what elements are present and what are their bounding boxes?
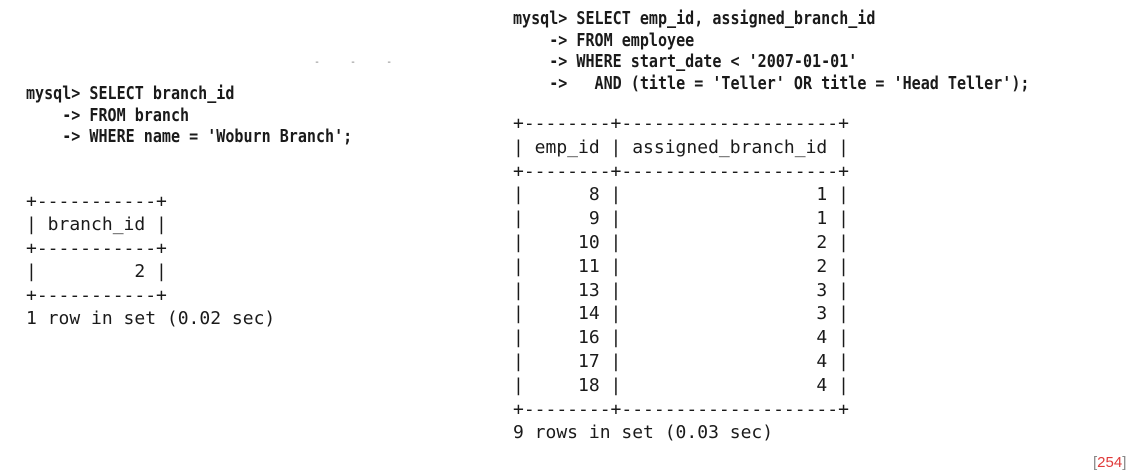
command-line: -> WHERE start_date < '2007-01-01' <box>513 52 858 72</box>
bracket-close: ] <box>1122 454 1126 471</box>
command-line: mysql> SELECT emp_id, assigned_branch_id <box>513 9 876 29</box>
right-result-table: +--------+--------------------+ | emp_id … <box>513 112 849 445</box>
table-row: | 8 | 1 | <box>513 184 849 206</box>
screenshot: { "left_query": { "command_lines": [ "my… <box>0 0 1126 471</box>
table-row: | 13 | 3 | <box>513 279 849 301</box>
table-row: | 11 | 2 | <box>513 255 849 277</box>
table-row: | 14 | 3 | <box>513 303 849 325</box>
table-header-row: | branch_id | <box>26 214 167 236</box>
page-number: [254] <box>1093 454 1126 471</box>
table-border: +-----------+ <box>26 237 167 259</box>
table-row: | 2 | <box>26 261 167 283</box>
table-border: +-----------+ <box>26 284 167 306</box>
table-row: | 9 | 1 | <box>513 208 849 230</box>
table-border: +--------+--------------------+ <box>513 398 849 420</box>
right-sql-command: mysql> SELECT emp_id, assigned_branch_id… <box>513 9 1029 95</box>
table-header-row: | emp_id | assigned_branch_id | <box>513 136 849 158</box>
command-line: mysql> SELECT branch_id <box>26 84 235 104</box>
table-border: +--------+--------------------+ <box>513 160 849 182</box>
result-status: 9 rows in set (0.03 sec) <box>513 422 774 444</box>
result-status: 1 row in set (0.02 sec) <box>26 308 276 330</box>
command-line: -> FROM branch <box>26 105 190 126</box>
table-border: +--------+--------------------+ <box>513 113 849 134</box>
command-line: -> AND (title = 'Teller' OR title = 'Hea… <box>513 73 1030 94</box>
page-number-value: 254 <box>1097 454 1123 471</box>
command-line: -> WHERE name = 'Woburn Branch'; <box>26 127 353 147</box>
table-row: | 17 | 4 | <box>513 350 849 372</box>
left-result-table: +-----------+ | branch_id | +-----------+ |… <box>26 190 275 330</box>
table-row: | 18 | 4 | <box>513 374 849 396</box>
table-border: +-----------+ <box>26 191 167 212</box>
stray-marks: - - - <box>314 57 405 68</box>
table-row: | 16 | 4 | <box>513 327 849 349</box>
table-row: | 10 | 2 | <box>513 231 849 253</box>
command-line: -> FROM employee <box>513 30 695 51</box>
left-sql-command: mysql> SELECT branch_id -> FROM branch -… <box>26 84 352 149</box>
